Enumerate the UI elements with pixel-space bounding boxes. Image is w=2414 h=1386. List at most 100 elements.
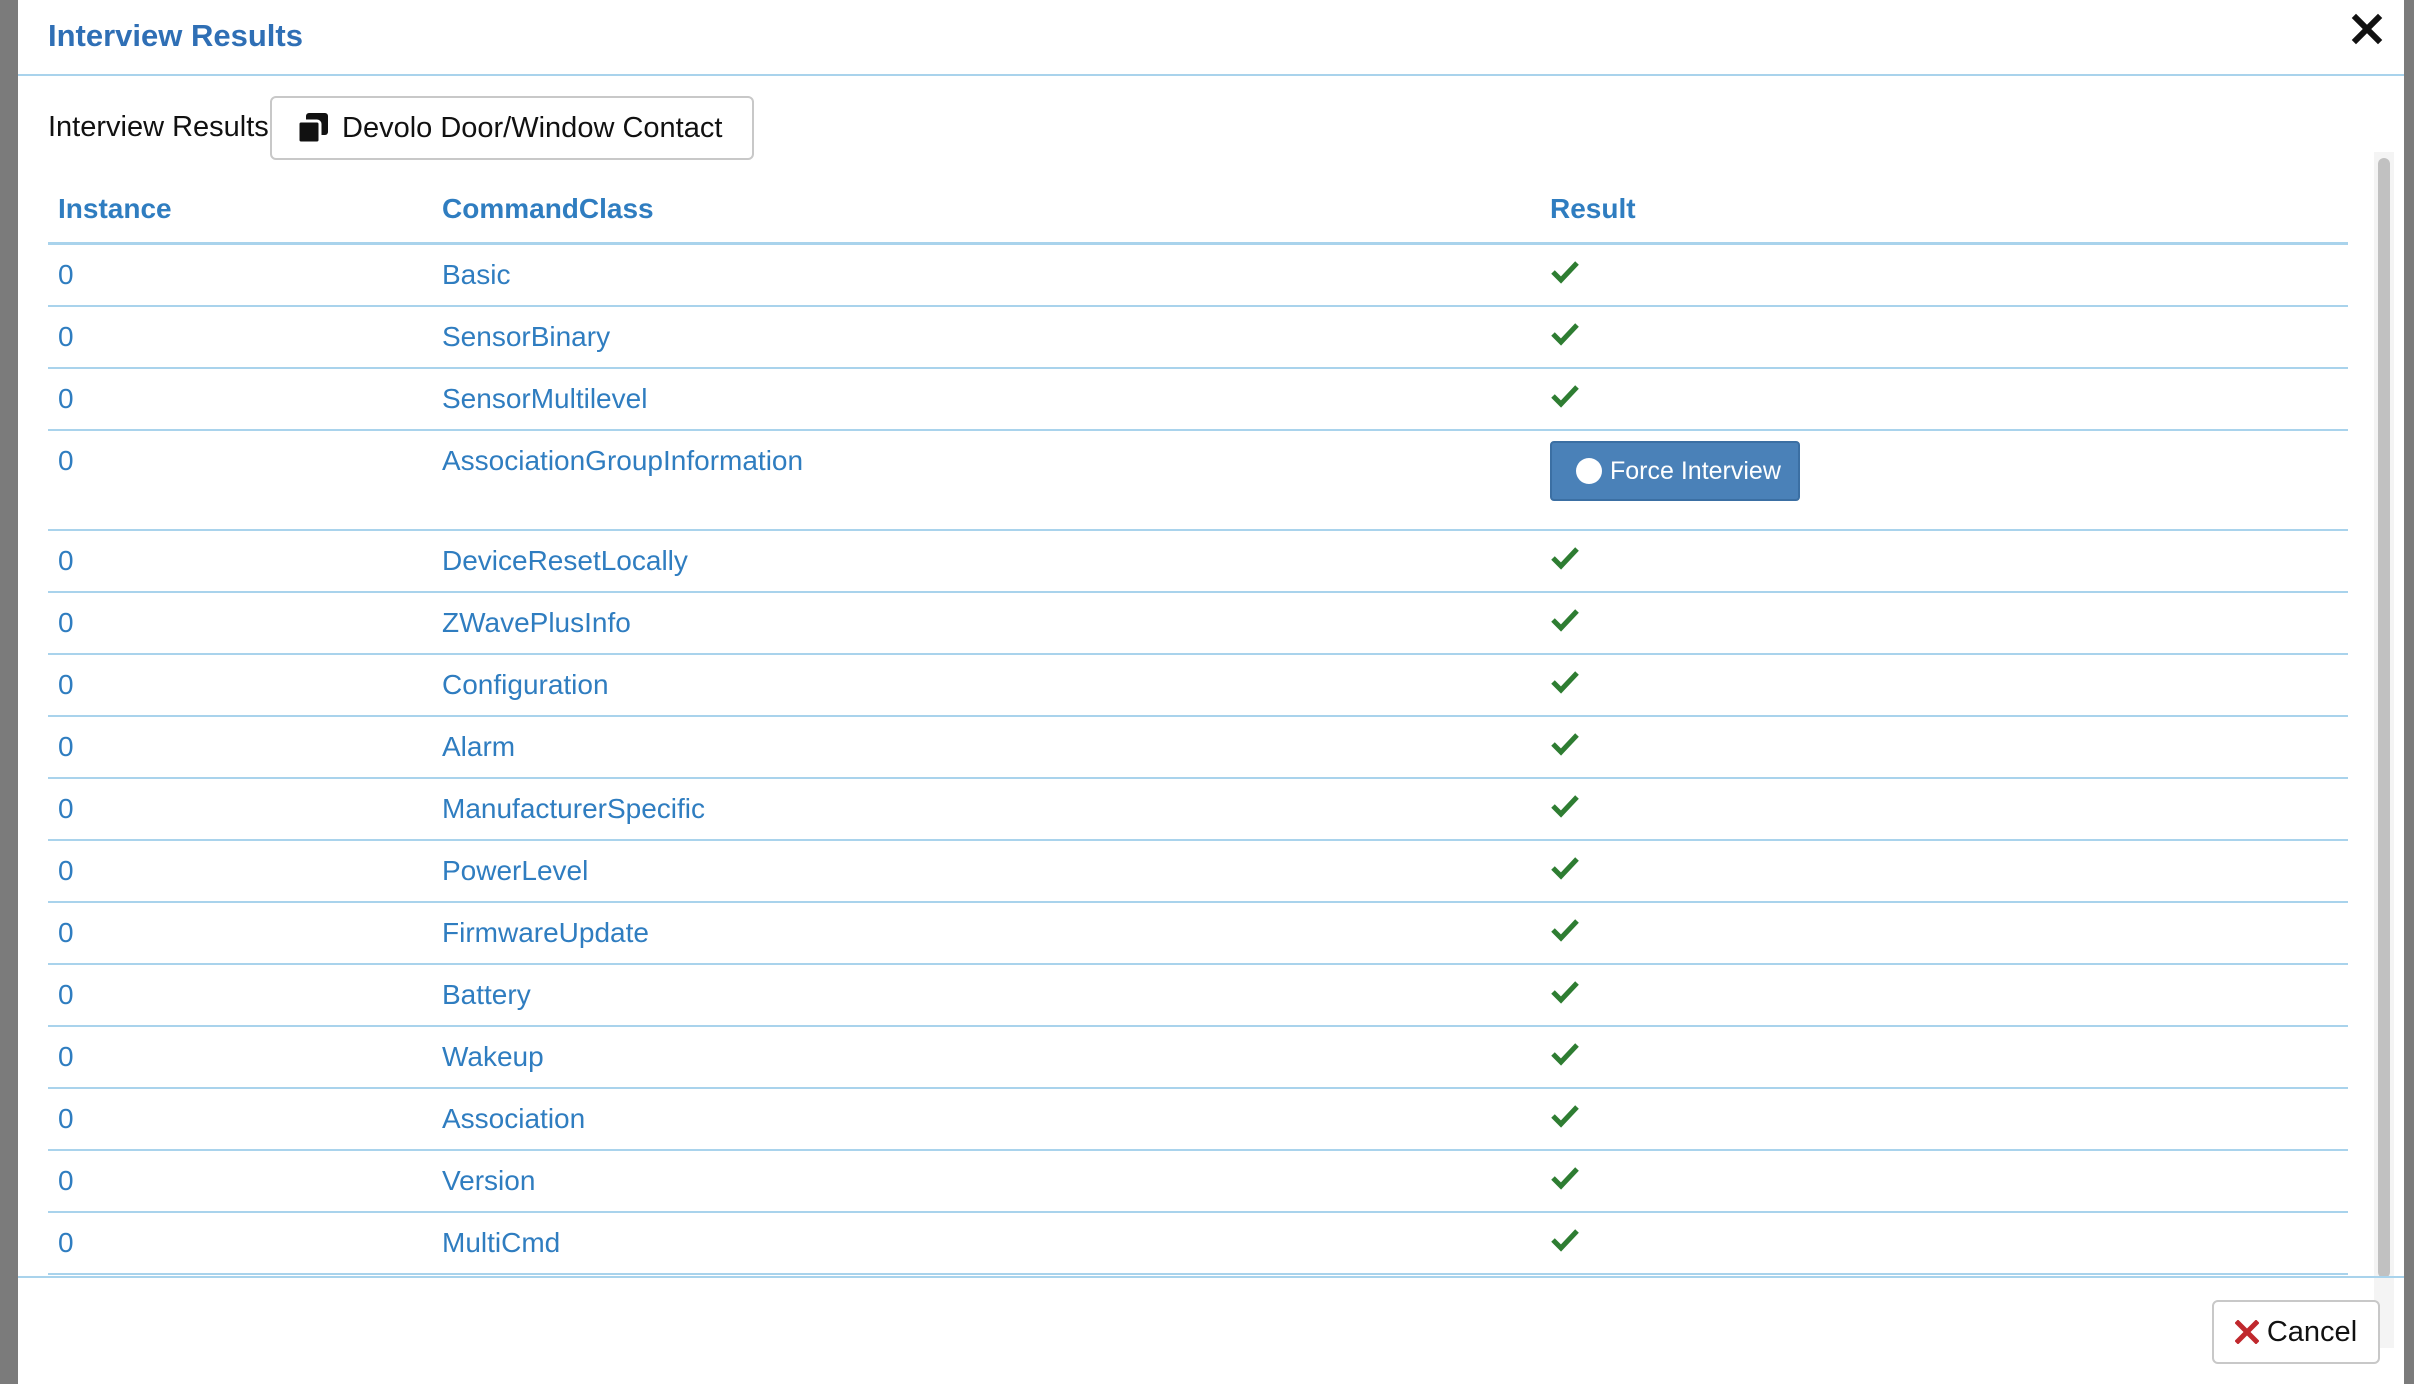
check-icon — [1551, 546, 1579, 570]
close-icon — [2351, 13, 2383, 45]
results-table-body: 0 Basic 0 SensorBinary 0 SensorMultilevel 0 Ass… — [48, 243, 2348, 1275]
instance-cell: 0 — [48, 592, 432, 655]
force-interview-label: Force Interview — [1610, 456, 1781, 485]
result-cell — [1540, 243, 2348, 307]
x-icon — [2234, 1320, 2259, 1344]
instance-cell: 0 — [48, 1088, 432, 1151]
check-icon — [1551, 732, 1579, 756]
commandclass-cell: PowerLevel — [432, 840, 1540, 903]
result-cell — [1540, 902, 2348, 965]
instance-cell: 0 — [48, 778, 432, 841]
instance-cell: 0 — [48, 964, 432, 1027]
overlay-left — [0, 0, 18, 1384]
overlay-right — [2404, 0, 2414, 1384]
modal-header: Interview Results — [18, 0, 2404, 76]
commandclass-cell: Battery — [432, 964, 1540, 1027]
commandclass-cell: Configuration — [432, 654, 1540, 717]
result-cell — [1540, 1150, 2348, 1213]
header-instance: Instance — [48, 176, 432, 245]
cancel-label: Cancel — [2266, 1315, 2358, 1348]
table-row: 0 FirmwareUpdate — [48, 902, 2348, 965]
commandclass-cell: Basic — [432, 243, 1540, 307]
commandclass-cell: Alarm — [432, 716, 1540, 779]
result-cell — [1540, 1088, 2348, 1151]
check-icon — [1551, 1042, 1579, 1066]
force-interview-button[interactable]: Force Interview — [1550, 441, 1800, 501]
instance-cell: 0 — [48, 902, 432, 965]
table-row: 0 AssociationGroupInformation Force Interv… — [48, 430, 2348, 531]
table-row: 0 Battery — [48, 964, 2348, 1027]
table-row: 0 DeviceResetLocally — [48, 530, 2348, 593]
check-icon — [1551, 1104, 1579, 1128]
check-icon — [1551, 918, 1579, 942]
interview-results-modal: Interview Results Interview Results Devo… — [18, 0, 2404, 1384]
commandclass-cell: ManufacturerSpecific — [432, 778, 1540, 841]
result-cell — [1540, 654, 2348, 717]
result-cell — [1540, 530, 2348, 593]
check-icon — [1551, 794, 1579, 818]
commandclass-cell: SensorMultilevel — [432, 368, 1540, 431]
commandclass-cell: SensorBinary — [432, 306, 1540, 369]
table-row: 0 PowerLevel — [48, 840, 2348, 903]
cancel-button[interactable]: Cancel — [2212, 1300, 2380, 1364]
scrollbar[interactable] — [2374, 152, 2394, 1348]
results-table: Instance CommandClass Result 0 Basic 0 Sens… — [48, 176, 2348, 1275]
instance-cell: 0 — [48, 1026, 432, 1089]
table-row: 0 ZWavePlusInfo — [48, 592, 2348, 655]
result-cell — [1540, 592, 2348, 655]
commandclass-cell: ZWavePlusInfo — [432, 592, 1540, 655]
result-cell — [1540, 1026, 2348, 1089]
table-header-row: Instance CommandClass Result — [48, 176, 2348, 245]
instance-cell: 0 — [48, 306, 432, 369]
circle-icon — [1576, 458, 1602, 484]
table-row: 0 Wakeup — [48, 1026, 2348, 1089]
result-cell: Force Interview — [1540, 430, 2348, 531]
modal-title: Interview Results — [48, 18, 303, 53]
instance-cell: 0 — [48, 716, 432, 779]
scrollbar-thumb[interactable] — [2378, 158, 2390, 1278]
table-row: 0 SensorBinary — [48, 306, 2348, 369]
instance-cell: 0 — [48, 654, 432, 717]
result-cell — [1540, 306, 2348, 369]
header-result: Result — [1540, 176, 2348, 245]
table-row: 0 ManufacturerSpecific — [48, 778, 2348, 841]
table-row: 0 Association — [48, 1088, 2348, 1151]
table-row: 0 Alarm — [48, 716, 2348, 779]
instance-cell: 0 — [48, 840, 432, 903]
modal-body: Interview Results Devolo Door/Window Con… — [18, 76, 2404, 1348]
commandclass-cell: Version — [432, 1150, 1540, 1213]
check-icon — [1551, 608, 1579, 632]
instance-cell: 0 — [48, 430, 432, 531]
result-cell — [1540, 1212, 2348, 1275]
table-row: 0 Version — [48, 1150, 2348, 1213]
commandclass-cell: MultiCmd — [432, 1212, 1540, 1275]
table-row: 0 SensorMultilevel — [48, 368, 2348, 431]
commandclass-cell: Wakeup — [432, 1026, 1540, 1089]
header-commandclass: CommandClass — [432, 176, 1540, 245]
instance-cell: 0 — [48, 368, 432, 431]
copy-icon — [296, 113, 328, 145]
instance-cell: 0 — [48, 243, 432, 307]
commandclass-cell: DeviceResetLocally — [432, 530, 1540, 593]
check-icon — [1551, 856, 1579, 880]
interview-results-label: Interview Results — [48, 111, 269, 143]
check-icon — [1551, 260, 1579, 284]
results-table-wrap: Instance CommandClass Result 0 Basic 0 Sens… — [48, 176, 2348, 1275]
device-button[interactable]: Devolo Door/Window Contact — [270, 96, 754, 160]
result-cell — [1540, 368, 2348, 431]
check-icon — [1551, 670, 1579, 694]
close-button[interactable] — [2344, 6, 2390, 52]
instance-cell: 0 — [48, 1150, 432, 1213]
check-icon — [1551, 384, 1579, 408]
instance-cell: 0 — [48, 530, 432, 593]
modal-footer: Cancel — [18, 1276, 2404, 1386]
result-cell — [1540, 716, 2348, 779]
commandclass-cell: FirmwareUpdate — [432, 902, 1540, 965]
check-icon — [1551, 980, 1579, 1004]
check-icon — [1551, 1228, 1579, 1252]
commandclass-cell: Association — [432, 1088, 1540, 1151]
table-row: 0 MultiCmd — [48, 1212, 2348, 1275]
check-icon — [1551, 1166, 1579, 1190]
result-cell — [1540, 778, 2348, 841]
table-row: 0 Configuration — [48, 654, 2348, 717]
